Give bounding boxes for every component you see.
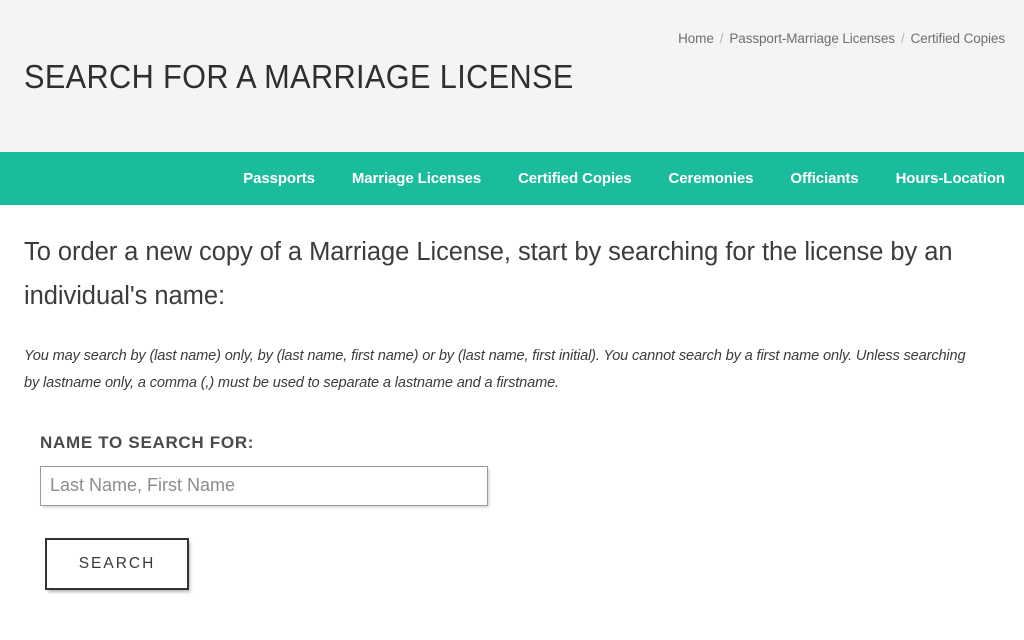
breadcrumb-item-certified-copies: Certified Copies [910, 31, 1006, 46]
nav-item-passports[interactable]: Passports [243, 152, 315, 205]
nav-item-marriage-licenses[interactable]: Marriage Licenses [352, 152, 481, 205]
nav-item-officiants[interactable]: Officiants [790, 152, 858, 205]
nav-item-ceremonies[interactable]: Ceremonies [669, 152, 754, 205]
page-title: SEARCH FOR A MARRIAGE LICENSE [24, 58, 574, 96]
search-input[interactable] [40, 465, 488, 506]
nav-item-hours-location[interactable]: Hours-Location [896, 152, 1006, 205]
search-input-label: NAME TO SEARCH FOR: [40, 432, 255, 452]
nav-item-certified-copies[interactable]: Certified Copies [518, 152, 632, 205]
lead-heading: To order a new copy of a Marriage Licens… [24, 238, 953, 310]
breadcrumb-separator: / [719, 31, 724, 46]
marriage-license-search-form: NAME TO SEARCH FOR: SEARCH [24, 397, 1000, 590]
search-instructions: You may search by (last name) only, by (… [24, 347, 966, 391]
main-content: To order a new copy of a Marriage Licens… [0, 205, 1024, 590]
main-navigation: Passports Marriage Licenses Certified Co… [0, 152, 1024, 205]
breadcrumb-item-passport-marriage-licenses[interactable]: Passport-Marriage Licenses [729, 31, 895, 46]
page-header: SEARCH FOR A MARRIAGE LICENSE Home / Passp… [0, 0, 1024, 152]
search-button[interactable]: SEARCH [45, 537, 189, 590]
breadcrumb-item-home[interactable]: Home [678, 31, 714, 46]
breadcrumb: Home / Passport-Marriage Licenses / Certifie… [678, 31, 1005, 46]
breadcrumb-separator: / [900, 31, 905, 46]
